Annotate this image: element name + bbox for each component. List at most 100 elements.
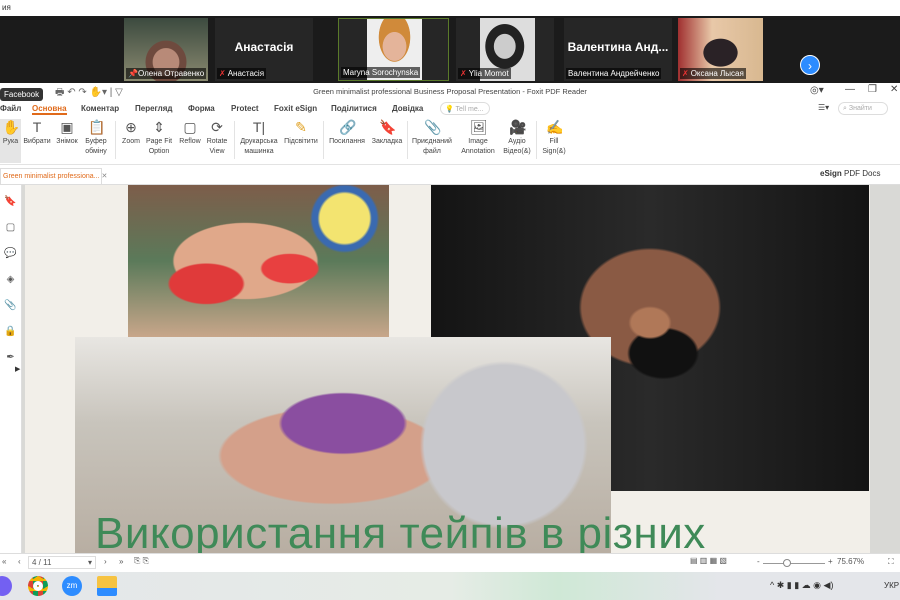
restore-button[interactable]: ❐	[868, 84, 877, 95]
mic-muted-icon: ✗	[460, 69, 467, 78]
page-number-input[interactable]: 4 / 11 ▾	[28, 556, 96, 569]
audio-video-button[interactable]: 🎥 Аудіо Відео(&)	[500, 119, 534, 157]
participant-name: Maryna Sorochynska	[343, 68, 419, 77]
pin-icon: 📌	[128, 69, 138, 78]
zoom-out-button[interactable]: -	[757, 557, 760, 566]
slide-title: Використання тейпів в різних	[95, 509, 706, 553]
zoom-app-icon[interactable]: zm	[62, 576, 82, 596]
tab-protect[interactable]: Protect	[231, 104, 259, 113]
document-tab[interactable]: Green minimalist professiona... ✕	[0, 168, 107, 184]
reflow-icon: ▢	[183, 119, 197, 135]
tell-me-input[interactable]: 💡 Tell me...	[440, 102, 490, 115]
ribbon-toolbar: ✋ Рука T Вибрати ▣ Знімок 📋 Буфер обміну ⊕ Zo…	[0, 117, 900, 165]
typewriter-icon: T|	[252, 119, 266, 135]
page-fit-button[interactable]: ⇕ Page Fit Option	[143, 119, 175, 157]
select-button[interactable]: T Вибрати	[22, 119, 52, 147]
zoom-slider-thumb[interactable]	[782, 559, 791, 567]
fill-sign-button[interactable]: ✍ Fill Sign(&)	[540, 119, 568, 157]
button-label: Друкарська машинка	[240, 138, 278, 155]
close-button[interactable]: ✕	[890, 84, 898, 95]
zoom-slider[interactable]	[763, 563, 825, 564]
system-tray-icons[interactable]: ^ ✱ ▮ ▮ ☁ ◉ ◀)	[770, 580, 833, 591]
zoom-participant-bar: 📌Олена Отравенко Анастасія ✗ Анастасія Ma…	[0, 16, 900, 83]
esign-badge[interactable]: eSign PDF Docs	[820, 169, 880, 178]
participant-tile[interactable]: 📌Олена Отравенко	[124, 18, 208, 81]
image-annotation-icon: 🖼	[470, 119, 488, 135]
windows-taskbar: zm ^ ✱ ▮ ▮ ☁ ◉ ◀) УКР	[0, 572, 900, 600]
tell-me-placeholder: Tell me...	[455, 106, 484, 113]
image-annotation-button[interactable]: 🖼 Image Annotation	[458, 119, 498, 157]
highlight-icon: ✎	[295, 119, 307, 135]
participant-tile[interactable]: Анастасія ✗ Анастасія	[215, 18, 313, 81]
snapshot-icon: ▣	[60, 119, 74, 135]
prev-page-button[interactable]: ‹	[18, 557, 21, 566]
security-panel-icon[interactable]: 🔒	[0, 319, 21, 345]
prev-view-icon[interactable]: ⎘ ⎘	[134, 556, 149, 566]
tooltip: Facebook	[0, 88, 44, 101]
bookmark-icon: 🔖	[379, 119, 397, 135]
attachments-panel-icon[interactable]: 📎	[0, 293, 21, 319]
snapshot-button[interactable]: ▣ Знімок	[54, 119, 80, 147]
tab-share[interactable]: Поділитися	[331, 104, 377, 113]
tab-form[interactable]: Форма	[188, 104, 215, 113]
search-options-icon[interactable]: ☰▾	[818, 103, 829, 112]
minimize-button[interactable]: —	[845, 84, 855, 95]
participant-name: Анастасія	[227, 69, 265, 78]
participant-tile[interactable]: ✗ Ylia Momot	[456, 18, 554, 81]
fullscreen-icon[interactable]: ⛶	[888, 557, 894, 567]
zoom-button[interactable]: ⊕ Zoom	[120, 119, 142, 147]
tab-home[interactable]: Основна	[32, 104, 67, 115]
top-strip: ия	[0, 0, 900, 16]
participant-tile-active[interactable]: Maryna Sorochynska	[338, 18, 449, 81]
document-tab-label: Green minimalist professiona...	[3, 173, 100, 180]
participant-tile[interactable]: Валентина Анд... Валентина Андрейченко	[564, 18, 672, 81]
highlight-button[interactable]: ✎ Підсвітити	[282, 119, 320, 147]
find-placeholder: Знайти	[848, 105, 872, 112]
viber-icon[interactable]	[0, 576, 12, 596]
tab-comment[interactable]: Коментар	[81, 104, 119, 113]
bookmark-button[interactable]: 🔖 Закладка	[370, 119, 404, 147]
tab-file[interactable]: Файл	[0, 104, 21, 113]
tab-foxit-esign[interactable]: Foxit eSign	[274, 104, 317, 113]
first-page-button[interactable]: «	[2, 557, 6, 566]
typewriter-button[interactable]: T| Друкарська машинка	[238, 119, 280, 157]
expand-panel-icon[interactable]: ▶	[15, 365, 20, 373]
link-button[interactable]: 🔗 Посилання	[327, 119, 367, 147]
hand-tool-button[interactable]: ✋ Рука	[0, 119, 21, 163]
button-label: Рука	[2, 138, 19, 145]
clipboard-icon: 📋	[88, 119, 106, 135]
button-label: Приєднаний файл	[412, 138, 452, 155]
participant-display-name: Валентина Анд...	[567, 40, 669, 54]
zoom-in-button[interactable]: +	[828, 557, 833, 566]
rotate-view-button[interactable]: ⟳ Rotate View	[204, 119, 230, 157]
language-indicator[interactable]: УКР	[884, 581, 899, 590]
zoom-icon: ⊕	[125, 119, 137, 135]
esign-badge-rest: PDF Docs	[844, 169, 881, 178]
close-tab-icon[interactable]: ✕	[101, 173, 107, 180]
account-icon[interactable]: ◎▾	[810, 85, 824, 96]
chrome-icon[interactable]	[28, 576, 48, 596]
tab-help[interactable]: Довідка	[392, 104, 423, 113]
select-text-icon: T	[32, 119, 42, 135]
participant-tile[interactable]: ✗ Оксана Лысая	[678, 18, 763, 81]
attach-file-button[interactable]: 📎 Приєднаний файл	[410, 119, 454, 157]
layers-panel-icon[interactable]: ◈	[0, 267, 21, 293]
participant-name: Оксана Лысая	[690, 69, 744, 78]
reflow-button[interactable]: ▢ Reflow	[177, 119, 203, 147]
document-view[interactable]: Використання тейпів в різних 🔖 ▢ 💬 ◈ 📎 🔒…	[0, 185, 900, 553]
bookmark-panel-icon[interactable]: 🔖	[0, 189, 21, 215]
last-page-button[interactable]: »	[119, 557, 123, 566]
tab-view[interactable]: Перегляд	[135, 104, 173, 113]
button-label: Посилання	[329, 138, 365, 145]
pages-panel-icon[interactable]: ▢	[0, 215, 21, 241]
find-input[interactable]: ⌕ Знайти	[838, 102, 888, 115]
title-bar: 🖶 ↶ ↷ ✋▾ | ▽ Green minimalist profession…	[0, 83, 900, 100]
next-page-participants-button[interactable]: ›	[800, 55, 820, 75]
comments-panel-icon[interactable]: 💬	[0, 241, 21, 267]
zoom-level[interactable]: 75.67%	[837, 557, 864, 566]
window-title: Green minimalist professional Business P…	[313, 87, 587, 96]
next-page-button[interactable]: ›	[104, 557, 107, 566]
page-layout-icons[interactable]: ▤ ▥ ▦ ▧	[690, 556, 727, 565]
file-explorer-icon[interactable]	[97, 576, 117, 596]
clipboard-button[interactable]: 📋 Буфер обміну	[82, 119, 110, 157]
